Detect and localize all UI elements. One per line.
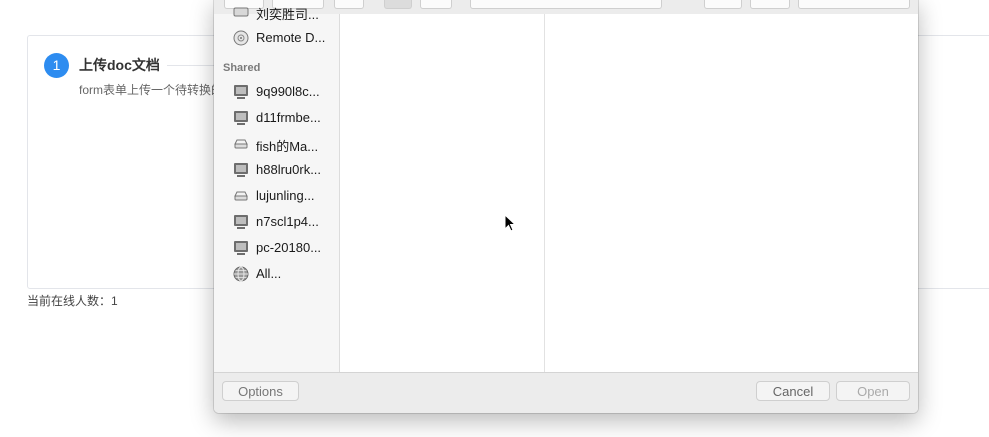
sidebar-item-label: pc-20180... (256, 240, 322, 255)
drive-icon (233, 7, 249, 17)
server-icon (234, 139, 248, 149)
dialog-footer: Options Cancel Open (214, 372, 918, 413)
monitor-icon (234, 241, 248, 255)
sidebar-item-label: n7scl1p4... (256, 214, 319, 229)
sidebar-item-label: fish的Ma... (256, 139, 319, 154)
sidebar-item-label: lujunling... (256, 188, 315, 203)
sidebar-item-label: h88lru0rk... (256, 162, 322, 177)
browser-column-2[interactable] (545, 14, 918, 372)
sidebar-item-shared[interactable]: n7scl1p4... (214, 211, 339, 233)
sidebar-item-label: 9q990l8c... (256, 84, 320, 99)
disc-icon (233, 30, 249, 46)
view-list-button[interactable] (384, 0, 412, 9)
step-number-badge: 1 (44, 53, 69, 78)
sidebar-item-shared[interactable]: h88lru0rk... (214, 159, 339, 181)
share-button[interactable] (704, 0, 742, 9)
sidebar-item-shared[interactable]: lujunling... (214, 185, 339, 207)
browser-column-1[interactable] (340, 14, 545, 372)
server-icon (234, 191, 248, 201)
monitor-icon (234, 163, 248, 177)
mouse-cursor-icon (504, 214, 517, 232)
search-input[interactable] (798, 0, 910, 9)
cancel-button[interactable]: Cancel (756, 381, 830, 401)
network-globe-icon (233, 266, 249, 282)
sidebar-item-shared[interactable]: pc-20180... (214, 237, 339, 259)
sidebar-item-all-network[interactable]: All... (214, 263, 339, 285)
view-gallery-button[interactable] (420, 0, 452, 9)
sidebar-item-shared[interactable]: d11frmbe... (214, 107, 339, 129)
tags-button[interactable] (750, 0, 790, 9)
open-button[interactable]: Open (836, 381, 910, 401)
monitor-icon (234, 215, 248, 229)
sidebar-item-label: 刘奕胜司... (256, 7, 319, 22)
dialog-sidebar: 刘奕胜司... Remote D... Shared 9q990l8c... d… (214, 7, 340, 372)
step-description: form表单上传一个待转换的 (79, 83, 214, 97)
sidebar-item-label: d11frmbe... (256, 110, 321, 125)
options-button[interactable]: Options (222, 381, 299, 401)
location-popup[interactable] (470, 0, 662, 9)
step-title: 上传doc文档 (79, 57, 160, 73)
sidebar-item-remote-disc[interactable]: Remote D... (214, 27, 339, 49)
sidebar-item-device[interactable]: 刘奕胜司... (214, 1, 339, 23)
sidebar-item-shared[interactable]: 9q990l8c... (214, 81, 339, 103)
sidebar-item-label: Remote D... (256, 30, 326, 45)
online-user-count: 当前在线人数：1 (27, 294, 118, 308)
sidebar-item-shared[interactable]: fish的Ma... (214, 133, 339, 155)
file-open-dialog: 刘奕胜司... Remote D... Shared 9q990l8c... d… (214, 0, 918, 413)
sidebar-item-label: All... (256, 266, 282, 281)
monitor-icon (234, 85, 248, 99)
sidebar-shared-heading: Shared (223, 62, 261, 74)
monitor-icon (234, 111, 248, 125)
